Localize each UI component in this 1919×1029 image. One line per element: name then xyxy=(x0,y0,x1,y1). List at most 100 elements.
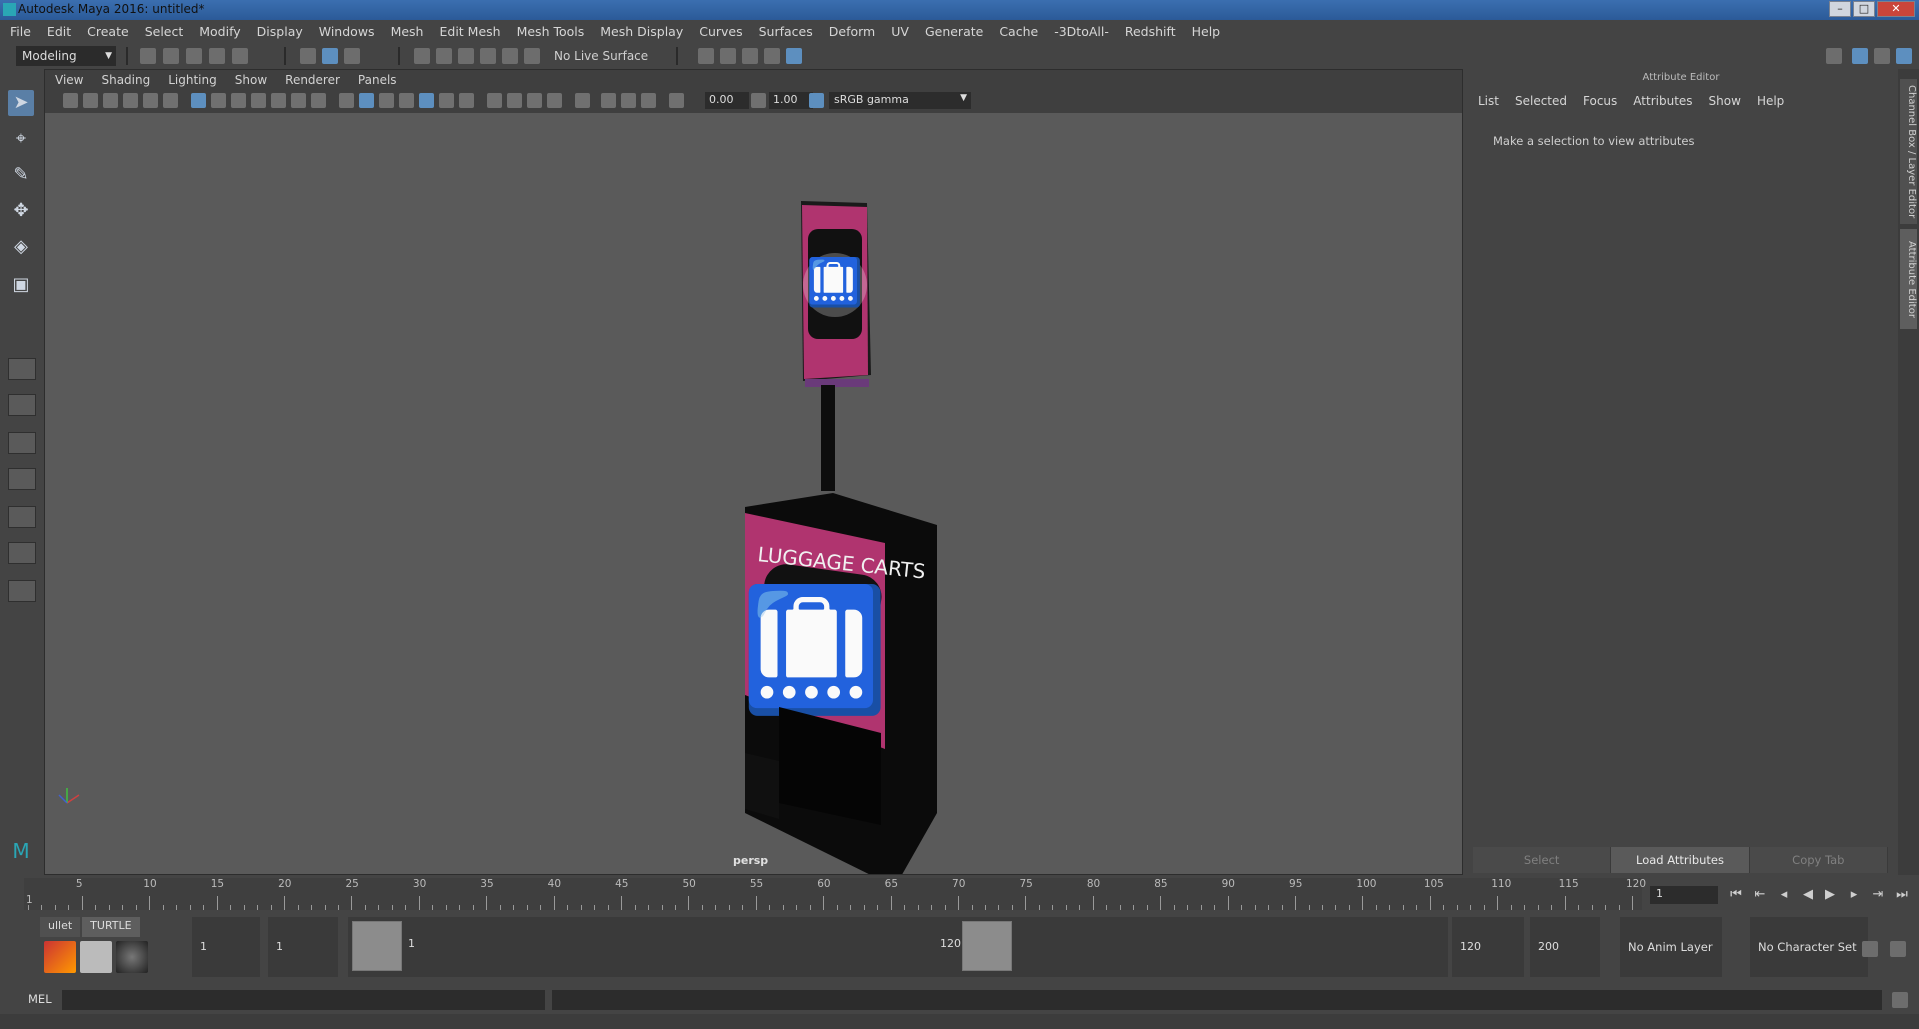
playback-start-field[interactable]: 1 xyxy=(268,917,338,977)
menu-cache[interactable]: Cache xyxy=(999,24,1038,39)
animation-preferences-icon[interactable] xyxy=(1890,941,1906,957)
field-chart-icon[interactable] xyxy=(271,93,286,108)
select-object-icon[interactable] xyxy=(322,48,338,64)
render-frame-icon[interactable] xyxy=(720,48,736,64)
range-start-handle[interactable] xyxy=(352,921,402,971)
menu-curves[interactable]: Curves xyxy=(699,24,742,39)
attr-menu-attributes[interactable]: Attributes xyxy=(1633,94,1692,108)
close-window-button[interactable]: ✕ xyxy=(1877,1,1915,17)
save-scene-icon[interactable] xyxy=(186,48,202,64)
safe-title-icon[interactable] xyxy=(311,93,326,108)
turtle-bake-icon[interactable] xyxy=(80,941,112,973)
time-slider[interactable]: 1 5 10 15 20 25 30 35 40 45 50 55 60 65 70 75 80 85 90 95 1… xyxy=(24,878,1646,910)
menu-uv[interactable]: UV xyxy=(891,24,909,39)
ipr-render-icon[interactable] xyxy=(742,48,758,64)
isolate-select-icon[interactable] xyxy=(575,93,590,108)
viewport-menu-renderer[interactable]: Renderer xyxy=(285,73,340,87)
auto-key-icon[interactable] xyxy=(1862,941,1878,957)
wireframe-icon[interactable] xyxy=(339,93,354,108)
select-camera-icon[interactable] xyxy=(63,93,78,108)
color-management-icon[interactable] xyxy=(809,93,824,108)
new-scene-icon[interactable] xyxy=(140,48,156,64)
menu-mesh[interactable]: Mesh xyxy=(391,24,424,39)
menu-surfaces[interactable]: Surfaces xyxy=(759,24,813,39)
live-surface-label[interactable]: No Live Surface xyxy=(554,49,648,63)
open-scene-icon[interactable] xyxy=(163,48,179,64)
minimize-button[interactable]: – xyxy=(1829,1,1851,17)
toggle-attribute-editor-icon[interactable] xyxy=(1896,48,1912,64)
maximize-button[interactable]: □ xyxy=(1853,1,1875,17)
toggle-panel-icon[interactable] xyxy=(1874,48,1890,64)
xray-icon[interactable] xyxy=(487,93,502,108)
menu-redshift[interactable]: Redshift xyxy=(1125,24,1176,39)
image-plane-icon[interactable] xyxy=(123,93,138,108)
scene-end-field[interactable]: 200 xyxy=(1530,917,1600,977)
resolution-gate-icon[interactable] xyxy=(231,93,246,108)
select-tool-icon[interactable]: ➤ xyxy=(8,90,34,116)
textured-icon[interactable] xyxy=(419,93,434,108)
shadows-icon[interactable] xyxy=(459,93,474,108)
viewport-menu-lighting[interactable]: Lighting xyxy=(168,73,217,87)
attribute-editor-tab[interactable]: Attribute Editor xyxy=(1900,229,1917,329)
menu-create[interactable]: Create xyxy=(87,24,129,39)
motion-blur-icon[interactable] xyxy=(641,93,656,108)
menu-mesh-display[interactable]: Mesh Display xyxy=(600,24,683,39)
2d-pan-zoom-icon[interactable] xyxy=(143,93,158,108)
exposure-field[interactable]: 0.00 xyxy=(705,92,749,109)
mel-command-input[interactable] xyxy=(62,990,545,1010)
grid-toggle-icon[interactable] xyxy=(191,93,206,108)
menu-deform[interactable]: Deform xyxy=(829,24,875,39)
menu-file[interactable]: File xyxy=(10,24,31,39)
menu-modify[interactable]: Modify xyxy=(199,24,240,39)
snap-point-icon[interactable] xyxy=(458,48,474,64)
attr-menu-show[interactable]: Show xyxy=(1709,94,1741,108)
sphere-shader-icon[interactable] xyxy=(116,941,148,973)
menu-edit-mesh[interactable]: Edit Mesh xyxy=(439,24,500,39)
menu-select[interactable]: Select xyxy=(145,24,184,39)
use-all-lights-icon[interactable] xyxy=(439,93,454,108)
four-pane-layout-icon[interactable] xyxy=(8,394,36,416)
render-view-icon[interactable] xyxy=(698,48,714,64)
viewport-menu-panels[interactable]: Panels xyxy=(358,73,397,87)
attr-menu-list[interactable]: List xyxy=(1478,94,1499,108)
xray-joints-icon[interactable] xyxy=(507,93,522,108)
step-forward-frame-icon[interactable]: ▸ xyxy=(1846,887,1862,903)
attr-menu-help[interactable]: Help xyxy=(1757,94,1784,108)
fire-effect-icon[interactable] xyxy=(44,941,76,973)
film-gate-icon[interactable] xyxy=(211,93,226,108)
toggle-outliner-icon[interactable] xyxy=(1852,48,1868,64)
menu-set-dropdown[interactable]: Modeling ▼ xyxy=(16,46,116,66)
wireframe-on-shaded-icon[interactable] xyxy=(399,93,414,108)
shelf-tab-turtle[interactable]: TURTLE xyxy=(82,917,140,937)
menu-mesh-tools[interactable]: Mesh Tools xyxy=(517,24,585,39)
menu-3dtoall[interactable]: -3DtoAll- xyxy=(1054,24,1109,39)
attr-menu-focus[interactable]: Focus xyxy=(1583,94,1617,108)
script-editor-icon[interactable] xyxy=(1892,992,1908,1008)
step-back-frame-icon[interactable]: ◂ xyxy=(1776,887,1792,903)
gamma-icon[interactable] xyxy=(751,93,766,108)
channel-box-tab[interactable]: Channel Box / Layer Editor xyxy=(1900,79,1917,224)
go-to-end-icon[interactable]: ⏭ xyxy=(1894,887,1910,903)
step-back-key-icon[interactable]: ⇤ xyxy=(1752,887,1768,903)
play-backwards-icon[interactable]: ◀ xyxy=(1800,887,1816,903)
smooth-shade-icon[interactable] xyxy=(359,93,374,108)
antialiasing-icon[interactable] xyxy=(601,93,616,108)
redo-icon[interactable] xyxy=(232,48,248,64)
ambient-occlusion-icon[interactable] xyxy=(547,93,562,108)
script-language-toggle[interactable]: MEL xyxy=(28,992,52,1006)
menu-help[interactable]: Help xyxy=(1192,24,1221,39)
attr-menu-selected[interactable]: Selected xyxy=(1515,94,1567,108)
exposure-icon[interactable] xyxy=(669,93,684,108)
range-end-handle[interactable] xyxy=(962,921,1012,971)
menu-display[interactable]: Display xyxy=(257,24,303,39)
snap-grid-icon[interactable] xyxy=(414,48,430,64)
shelf-tab-ullet[interactable]: ullet xyxy=(40,917,81,937)
single-pane-layout-icon[interactable] xyxy=(8,358,36,380)
render-settings-icon[interactable] xyxy=(764,48,780,64)
snap-curve-icon[interactable] xyxy=(436,48,452,64)
snap-view-plane-icon[interactable] xyxy=(480,48,496,64)
paint-select-tool-icon[interactable]: ✎ xyxy=(8,162,34,188)
go-to-start-icon[interactable]: ⏮ xyxy=(1728,887,1744,903)
select-button[interactable]: Select xyxy=(1473,847,1612,873)
playback-end-field[interactable]: 120 xyxy=(1452,917,1524,977)
